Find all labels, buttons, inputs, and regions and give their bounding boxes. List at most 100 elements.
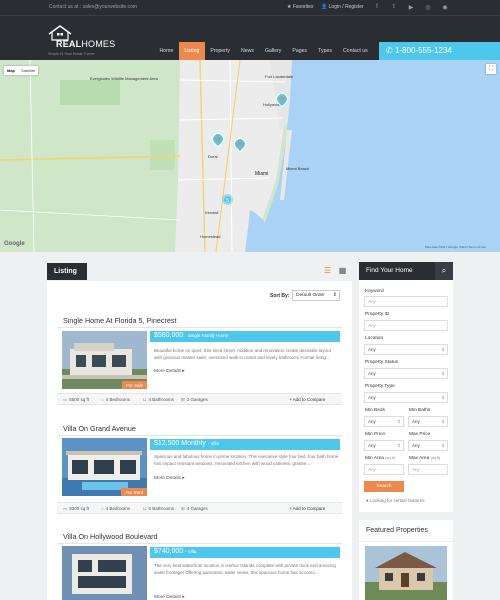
map-copyright: Map data ©2017 Google, INEGI Terms of Us…: [425, 245, 487, 249]
featured-properties-heading: Featured Properties: [359, 520, 453, 542]
instagram-icon[interactable]: ◎: [423, 4, 433, 11]
keyword-input[interactable]: Any: [364, 296, 448, 307]
price: $580,000 - Single Family Home: [154, 332, 229, 339]
status-select[interactable]: Any: [364, 368, 448, 379]
map-label-everglades: Everglades Wildlife Management Area: [90, 76, 158, 81]
property-features: ▭ 5500 sq ft ⌂ 4 Bedrooms ⊔ 4 Bathrooms ⊞ 2 …: [57, 393, 342, 405]
login-label: Login / Register: [328, 4, 364, 10]
add-to-compare-button[interactable]: + Add to Compare: [289, 397, 325, 402]
keyword-label: Keyword: [365, 289, 384, 294]
map-label-doral: Doral: [208, 154, 218, 159]
min-beds-label: Min Beds: [365, 408, 385, 413]
location-label: Location: [365, 336, 384, 341]
nav-news[interactable]: News: [235, 42, 259, 60]
max-price-label: Max Price: [409, 432, 431, 437]
map-type-map[interactable]: Map: [4, 66, 18, 75]
more-details-link[interactable]: More Details ▸: [154, 595, 185, 600]
min-area-input[interactable]: Any: [364, 464, 404, 475]
phone-banner[interactable]: ✆ 1-800-555-1234: [379, 42, 500, 60]
map-type-satellite[interactable]: Satellite: [18, 66, 38, 75]
phone-number: 1-800-555-1234: [394, 46, 452, 55]
map-cluster-marker[interactable]: 5: [222, 194, 233, 205]
property-title[interactable]: Single Home At Florida 5, Pinecrest: [63, 316, 176, 325]
property-description: Beautiful home on quiet, tree lined stre…: [154, 348, 331, 360]
status-badge: For Sale: [121, 381, 147, 389]
nav-property[interactable]: Property: [205, 42, 236, 60]
nav-pages[interactable]: Pages: [287, 42, 313, 60]
property-id-input[interactable]: Any: [364, 320, 448, 331]
property-image[interactable]: For Rent: [62, 438, 147, 496]
rss-icon[interactable]: ◉: [440, 4, 450, 11]
logo-tagline: Simple #1 Real Estate Theme: [48, 52, 95, 56]
fullscreen-icon[interactable]: ⛶: [486, 64, 496, 74]
search-button[interactable]: Search: [364, 481, 404, 492]
google-logo: Google: [4, 241, 25, 247]
property-map[interactable]: Map Satellite Fort Lauderdale Hollywood …: [0, 60, 500, 252]
bath-icon: ⊔: [143, 506, 147, 511]
map-label-fort-lauderdale: Fort Lauderdale: [265, 74, 294, 79]
price: $12,500 Monthly - Villa: [154, 440, 219, 447]
map-label-miami-beach: Miami Beach: [286, 166, 310, 171]
feature-beds: ⌂ 4 Bedrooms: [101, 506, 130, 511]
map-label-miami: Miami: [255, 171, 269, 177]
list-view-icon[interactable]: ☰: [323, 266, 332, 276]
top-bar: Contact us at : sales@yourwebsite.com ★ …: [0, 0, 500, 16]
max-price-select[interactable]: Any: [408, 440, 448, 451]
garage-icon: ⊞: [181, 397, 185, 402]
grid-view-icon[interactable]: ▦: [338, 266, 347, 276]
favorites-label: Favorites: [292, 4, 314, 10]
min-area-label: Min Area (sq ft): [365, 456, 395, 461]
feature-baths: ⊔ 6 Bathrooms: [143, 506, 175, 511]
house-photo: [62, 546, 147, 600]
feature-size: ▭ 9300 sq ft: [63, 506, 90, 511]
nav-types[interactable]: Types: [313, 42, 338, 60]
nav-listing[interactable]: Listing: [178, 42, 205, 60]
property-title[interactable]: Villa On Grand Avenue: [63, 424, 136, 433]
featured-house-photo: [365, 546, 447, 600]
contact-email[interactable]: Contact us at : sales@yourwebsite.com: [49, 4, 137, 10]
favorites-link[interactable]: ★ Favorites: [287, 4, 313, 10]
map-label-kendall: Kendall: [205, 210, 219, 215]
twitter-icon[interactable]: t: [389, 4, 399, 10]
nav-home[interactable]: Home: [154, 42, 179, 60]
property-image[interactable]: [62, 546, 147, 600]
logo-text: REALHOMES: [56, 39, 116, 49]
search-icon: ⌕: [435, 262, 453, 280]
bed-icon: ⌂: [101, 506, 104, 511]
min-price-label: Min Price: [365, 432, 385, 437]
min-baths-select[interactable]: Any: [408, 416, 448, 427]
property-image[interactable]: For Sale: [62, 331, 147, 389]
min-beds-select[interactable]: Any: [364, 416, 404, 427]
sort-select[interactable]: Default Order: [292, 290, 340, 301]
features-toggle[interactable]: ● Looking for certain features: [366, 498, 425, 503]
property-title[interactable]: Villa On Hollywood Boulevard: [63, 532, 158, 541]
nav-gallery[interactable]: Gallery: [259, 42, 286, 60]
min-price-select[interactable]: Any: [364, 440, 404, 451]
nav-contact[interactable]: Contact us: [337, 42, 373, 60]
more-details-link[interactable]: More Details ▸: [154, 369, 185, 374]
property-description: The very best waterfront location in Har…: [154, 563, 336, 575]
divider: [57, 543, 342, 544]
map-label-homestead: Homestead: [200, 234, 221, 239]
site-logo[interactable]: REALHOMES Simple #1 Real Estate Theme: [48, 25, 118, 56]
add-to-compare-button[interactable]: + Add to Compare: [289, 506, 325, 511]
area-icon: ▭: [63, 397, 68, 402]
status-badge: For Rent: [121, 488, 147, 496]
site-header: Contact us at : sales@yourwebsite.com ★ …: [0, 0, 500, 60]
youtube-icon[interactable]: ▶: [406, 4, 416, 11]
sort-label: Sort By:: [270, 293, 290, 299]
facebook-icon[interactable]: f: [372, 4, 382, 10]
property-id-label: Property ID: [365, 312, 390, 317]
type-select[interactable]: Any: [364, 392, 448, 403]
login-register-link[interactable]: 👤 Login / Register: [321, 4, 364, 10]
featured-property-image[interactable]: [365, 546, 447, 600]
feature-size: ▭ 5500 sq ft: [63, 397, 90, 402]
price-bar: $580,000 - Single Family Home: [150, 331, 340, 342]
divider: [57, 435, 342, 436]
more-details-link[interactable]: More Details ▸: [154, 476, 185, 481]
price: $740,000 - Villa: [154, 548, 197, 555]
location-select[interactable]: Any: [364, 344, 448, 355]
max-area-input[interactable]: Any: [408, 464, 448, 475]
area-icon: ▭: [63, 506, 68, 511]
map-type-control: Map Satellite: [4, 66, 39, 75]
